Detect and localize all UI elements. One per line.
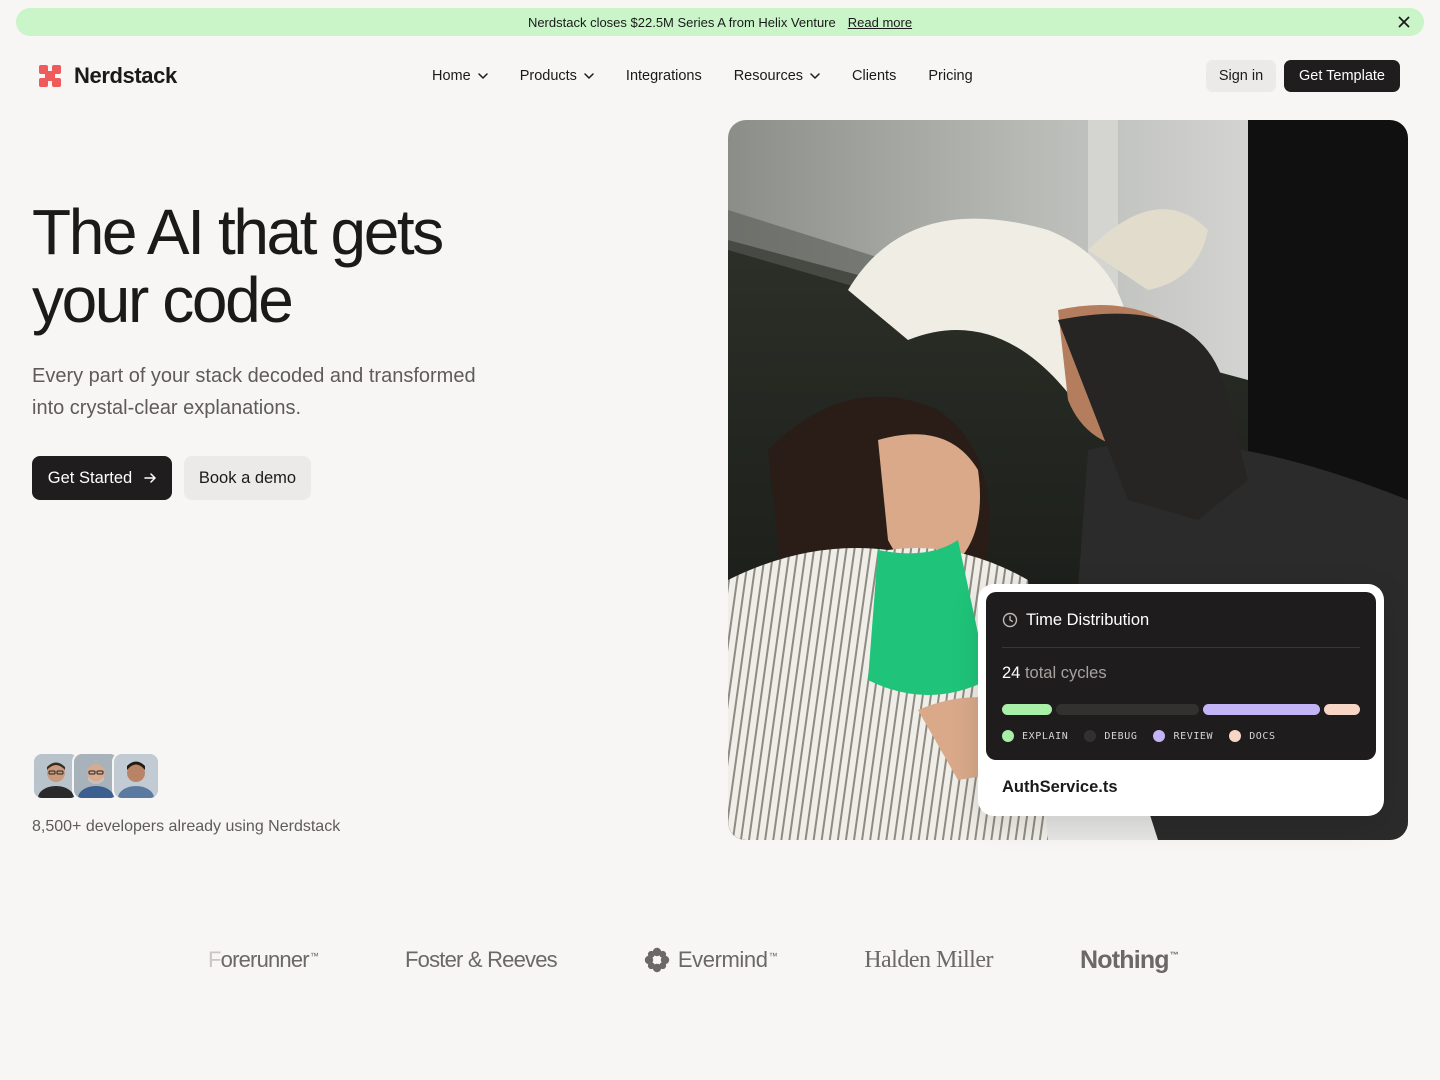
client-logo-nothing: Nothing™ xyxy=(1079,945,1179,975)
legend-docs: DOCS xyxy=(1229,730,1275,742)
distribution-segment-docs xyxy=(1324,704,1360,715)
nav-label: Pricing xyxy=(928,68,973,84)
brand-name: Nerdstack xyxy=(74,63,177,88)
forerunner-faded-letter: F xyxy=(208,947,221,972)
hero-title-line-1: The AI that gets xyxy=(32,196,444,268)
nothing-text: Nothing xyxy=(1079,945,1170,974)
nav-item-resources[interactable]: Resources xyxy=(734,68,820,84)
client-logos: Forerunner™ Foster & Reeves Evermind™ Ha… xyxy=(208,938,1179,982)
announcement-banner: Nerdstack closes $22.5M Series A from He… xyxy=(16,8,1424,36)
banner-text: Nerdstack closes $22.5M Series A from He… xyxy=(527,14,836,30)
get-started-label: Get Started xyxy=(47,468,133,487)
brand-logo[interactable]: Nerdstack xyxy=(38,62,177,90)
nav-label: Clients xyxy=(852,68,897,84)
clock-icon xyxy=(1002,612,1018,628)
legend-dot xyxy=(1002,730,1014,742)
distribution-legend: EXPLAIN DEBUG REVIEW DOCS xyxy=(1002,730,1276,742)
hero-subtitle: Every part of your stack decoded and tra… xyxy=(32,365,476,419)
avatar xyxy=(112,752,160,800)
distribution-segment-explain xyxy=(1002,704,1052,715)
nav-item-integrations[interactable]: Integrations xyxy=(626,68,702,84)
hero-title: The AI that gets your code xyxy=(32,198,592,334)
trademark: ™ xyxy=(768,950,778,961)
distribution-bar xyxy=(1002,704,1360,715)
legend-label: DOCS xyxy=(1249,730,1276,742)
legend-label: REVIEW xyxy=(1173,730,1214,742)
read-more-link[interactable]: Read more xyxy=(848,15,912,30)
get-started-button[interactable]: Get Started xyxy=(32,456,172,500)
close-banner-button[interactable] xyxy=(1396,14,1412,30)
card-title: Time Distribution xyxy=(1026,610,1150,629)
forerunner-text: orerunner xyxy=(220,947,310,972)
client-logo-halden-miller: Halden Miller xyxy=(864,947,993,974)
client-logo-evermind: Evermind™ xyxy=(644,947,778,973)
close-icon xyxy=(1398,16,1410,28)
legend-dot xyxy=(1229,730,1242,742)
legend-dot xyxy=(1084,730,1097,742)
legend-explain: EXPLAIN xyxy=(1002,730,1068,742)
chevron-down-icon xyxy=(810,73,820,79)
chevron-down-icon xyxy=(584,73,594,79)
get-template-button[interactable]: Get Template xyxy=(1284,60,1400,92)
legend-debug: DEBUG xyxy=(1084,730,1137,742)
card-header: Time Distribution xyxy=(1002,608,1360,632)
time-distribution-card: Time Distribution 24 total cycles EXPLAI… xyxy=(978,584,1384,816)
main-nav: Home Products Integrations Resources Cli… xyxy=(432,62,973,90)
client-logo-foster-reeves: Foster & Reeves xyxy=(405,947,558,973)
nav-label: Resources xyxy=(733,68,804,84)
trademark: ™ xyxy=(1169,950,1179,961)
nav-item-products[interactable]: Products xyxy=(520,68,594,84)
legend-label: DEBUG xyxy=(1104,730,1138,742)
evermind-text: Evermind xyxy=(677,947,768,972)
distribution-segment-review xyxy=(1202,704,1321,715)
card-divider xyxy=(1002,647,1360,648)
legend-label: EXPLAIN xyxy=(1022,730,1069,742)
halden-text: Halden Miller xyxy=(864,946,993,973)
nav-item-clients[interactable]: Clients xyxy=(852,68,896,84)
chevron-down-icon xyxy=(477,73,488,79)
distribution-segment-debug xyxy=(1055,704,1199,715)
book-demo-button[interactable]: Book a demo xyxy=(184,456,311,500)
evermind-flower-icon xyxy=(644,947,670,973)
trademark: ™ xyxy=(309,950,319,961)
arrow-right-icon xyxy=(144,473,156,483)
hero-title-line-2: your code xyxy=(32,264,294,336)
nav-item-pricing[interactable]: Pricing xyxy=(928,68,972,84)
developer-avatars xyxy=(32,752,160,800)
nav-label: Products xyxy=(519,68,577,84)
client-logo-forerunner: Forerunner™ xyxy=(208,947,319,973)
cycles-summary: 24 total cycles xyxy=(1002,664,1107,683)
cycles-label: total cycles xyxy=(1024,664,1107,682)
legend-dot xyxy=(1153,730,1166,742)
card-file-name: AuthService.ts xyxy=(1002,778,1118,796)
legend-review: REVIEW xyxy=(1153,730,1213,742)
nav-label: Integrations xyxy=(625,68,702,84)
cycles-count: 24 xyxy=(1002,664,1021,682)
social-proof-text: 8,500+ developers already using Nerdstac… xyxy=(32,818,341,835)
sign-in-button[interactable]: Sign in xyxy=(1206,60,1276,92)
card-stats-panel: Time Distribution 24 total cycles EXPLAI… xyxy=(986,592,1376,760)
nav-label: Home xyxy=(432,68,471,84)
foster-text: Foster & Reeves xyxy=(405,947,558,972)
nav-item-home[interactable]: Home xyxy=(432,68,488,84)
logo-icon xyxy=(39,65,61,87)
